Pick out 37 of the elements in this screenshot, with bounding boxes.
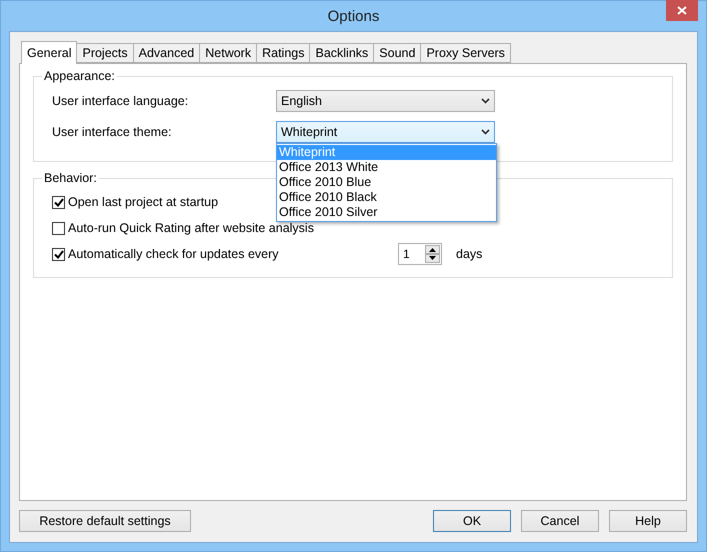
checkbox[interactable] <box>52 196 65 208</box>
checkbox-label: Automatically check for updates every <box>68 247 279 261</box>
tab[interactable]: Ratings <box>256 43 310 63</box>
dropdown-option[interactable]: Office 2010 Black <box>277 190 496 204</box>
number-spinner[interactable]: 1 <box>398 243 442 265</box>
group-title: Appearance: <box>42 69 117 83</box>
close-icon <box>677 6 687 15</box>
close-button[interactable] <box>666 0 698 21</box>
tab[interactable]: Advanced <box>132 43 200 63</box>
dropdown-option[interactable]: Office 2010 Silver <box>277 204 496 220</box>
caret-icon <box>481 98 490 104</box>
unit-label: days <box>456 247 484 261</box>
checkbox[interactable] <box>52 248 65 260</box>
dropdown-option[interactable]: Office 2013 White <box>277 160 496 174</box>
caret-icon <box>481 128 490 134</box>
dialog-button[interactable]: OK <box>433 510 511 532</box>
checkbox-label: Auto-run Quick Rating after website analysis <box>68 221 314 235</box>
check-icon <box>54 250 64 258</box>
tab[interactable]: Sound <box>373 43 422 63</box>
checkbox-label: Open last project at startup <box>68 195 218 209</box>
tab[interactable]: Proxy Servers <box>420 43 511 63</box>
tab[interactable]: Network <box>199 43 258 63</box>
window-title: Options <box>328 8 380 24</box>
tab[interactable]: Projects <box>76 43 134 63</box>
check-icon <box>54 198 64 206</box>
field-label: User interface language: <box>52 94 190 108</box>
spin-arrows-icon[interactable] <box>425 245 440 263</box>
checkbox[interactable] <box>52 222 65 234</box>
field-label: User interface theme: <box>52 124 172 138</box>
dialog-button[interactable]: Help <box>609 510 687 532</box>
tab[interactable]: General <box>21 41 78 64</box>
dialog-button[interactable]: Restore default settings <box>19 510 191 532</box>
group-title: Behavior: <box>42 171 99 185</box>
tab[interactable]: Backlinks <box>309 43 374 63</box>
dropdown[interactable]: English <box>276 90 495 112</box>
dropdown-option[interactable]: Office 2010 Blue <box>277 174 496 190</box>
dialog-button[interactable]: Cancel <box>521 510 599 532</box>
